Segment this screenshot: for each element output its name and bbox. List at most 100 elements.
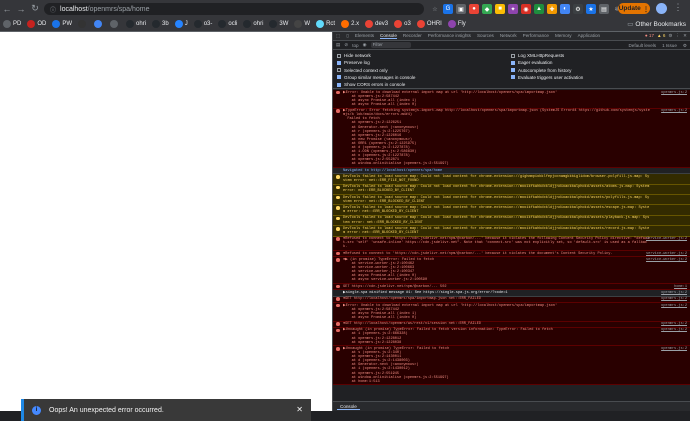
console-message[interactable]: ●▶ (in promise) TypeError: Failed to fet… — [333, 257, 690, 285]
bookmark-item[interactable] — [110, 20, 120, 28]
console-message[interactable]: DevTools failed to load source map: Coul… — [333, 226, 690, 237]
extension-icon[interactable]: ✚ — [547, 4, 557, 14]
issues-badge[interactable]: 1 Issue — [662, 43, 677, 49]
checkbox[interactable] — [337, 68, 341, 73]
other-bookmarks[interactable]: ▭ Other Bookmarks — [627, 20, 686, 29]
devtools-tab-sources[interactable]: Sources — [477, 33, 494, 39]
more-icon[interactable]: ⋮ — [676, 33, 681, 39]
device-toolbar-icon[interactable]: ▯ — [346, 33, 349, 39]
devtools-tab-performance-insights[interactable]: Performance insights — [428, 33, 471, 39]
source-link[interactable]: service-worker.js:2 — [646, 252, 687, 256]
checkbox[interactable] — [337, 60, 341, 65]
console-message[interactable]: ▶TypeError: Error fetching systemjs-impo… — [333, 108, 690, 169]
settings-gear-icon[interactable]: ⚙ — [668, 33, 672, 39]
console-setting[interactable]: Group similar messages in console — [337, 75, 416, 80]
console-setting[interactable]: Show CORS errors in console — [337, 82, 405, 87]
bookmark-item[interactable]: OHRI — [416, 20, 442, 28]
devtools-tab-performance[interactable]: Performance — [523, 33, 549, 39]
error-count-icon[interactable]: ● 17 — [645, 33, 654, 39]
source-link[interactable]: openmrs.js:2 — [661, 297, 687, 301]
checkbox[interactable] — [511, 60, 515, 65]
bookmark-item[interactable]: Rct — [316, 20, 335, 28]
devtools-tab-recorder[interactable]: Recorder — [403, 33, 422, 39]
source-link[interactable]: service-worker.js:2 — [646, 258, 687, 262]
checkbox[interactable] — [511, 53, 515, 58]
extension-icon[interactable]: ◉ — [521, 4, 531, 14]
source-link[interactable]: openmrs.js:2 — [661, 91, 687, 95]
extension-icon[interactable]: ▲ — [534, 4, 544, 14]
console-message[interactable]: DevTools failed to load source map: Coul… — [333, 195, 690, 206]
bookmark-item[interactable] — [78, 20, 88, 28]
extension-icon[interactable]: G — [443, 4, 453, 14]
console-setting[interactable]: Log XMLHttpRequests — [511, 53, 564, 58]
back-icon[interactable]: ← — [0, 2, 14, 16]
extension-icon[interactable]: ⚙ — [573, 4, 583, 14]
forward-icon[interactable]: → — [14, 2, 28, 16]
console-message[interactable]: DevTools failed to load source map: Coul… — [333, 174, 690, 185]
extension-icon[interactable]: ◆ — [482, 4, 492, 14]
console-setting[interactable]: Eager evaluation — [511, 60, 552, 65]
eye-icon[interactable]: ◉ — [363, 42, 367, 48]
close-devtools-icon[interactable]: ✕ — [683, 33, 687, 39]
url-bar[interactable]: ⓘ localhost /openmrs/spa/home — [44, 3, 424, 15]
update-button[interactable]: Update ⋮ — [618, 3, 650, 14]
checkbox[interactable] — [337, 53, 341, 58]
bookmark-item[interactable]: J — [174, 20, 188, 28]
devtools-tab-elements[interactable]: Elements — [355, 33, 374, 39]
checkbox[interactable] — [511, 68, 515, 73]
devtools-tab-memory[interactable]: Memory — [555, 33, 572, 39]
source-link[interactable]: openmrs.js:2 — [661, 347, 687, 351]
console-message[interactable]: ▶Uncaught (in promise) TypeError: Failed… — [333, 346, 690, 386]
bookmark-item[interactable]: ohri — [243, 20, 263, 28]
console-setting[interactable]: Preserve log — [337, 60, 370, 65]
bookmark-item[interactable]: o3- — [193, 20, 212, 28]
devtools-tab-application[interactable]: Application — [578, 33, 600, 39]
clear-console-icon[interactable]: ⊘ — [344, 42, 348, 48]
devtools-tab-network[interactable]: Network — [500, 33, 517, 39]
source-link[interactable]: openmrs.js:2 — [661, 322, 687, 326]
inspect-icon[interactable]: ⬚ — [336, 33, 340, 39]
bookmark-item[interactable]: PW — [52, 20, 72, 28]
source-link[interactable]: home:1 — [674, 285, 687, 289]
log-levels-select[interactable]: Default levels — [628, 43, 656, 49]
bookmark-item[interactable]: ocli — [218, 20, 237, 28]
extension-icon[interactable]: ■ — [495, 4, 505, 14]
bookmark-item[interactable]: 3b — [152, 20, 169, 28]
source-link[interactable]: openmrs.js:2 — [661, 328, 687, 332]
bookmark-item[interactable]: ohri — [126, 20, 146, 28]
console-message[interactable]: ▶Error: Unable to download external impo… — [333, 302, 690, 322]
console-message[interactable]: DevTools failed to load source map: Coul… — [333, 205, 690, 216]
browser-menu-icon[interactable]: ⋮ — [672, 3, 684, 14]
bookmark-item[interactable]: 3W — [269, 20, 288, 28]
bookmark-star-icon[interactable]: ☆ — [430, 4, 440, 14]
console-setting[interactable]: Hide network — [337, 53, 371, 58]
console-settings-icon[interactable]: ⚙ — [683, 43, 687, 49]
console-setting[interactable]: Autocomplete from history — [511, 68, 571, 73]
extension-icon[interactable]: ● — [469, 4, 479, 14]
reload-icon[interactable]: ↻ — [28, 2, 42, 16]
console-message[interactable]: ●Refused to connect to 'https://cdn.jsde… — [333, 236, 690, 252]
close-icon[interactable]: ✕ — [296, 405, 303, 414]
bookmark-item[interactable]: 2.x — [341, 20, 359, 28]
extension-icon[interactable]: ✦ — [508, 4, 518, 14]
source-link[interactable]: service-worker.js:2 — [646, 237, 687, 241]
bookmark-item[interactable]: dev3 — [365, 20, 388, 28]
console-message[interactable]: DevTools failed to load source map: Coul… — [333, 215, 690, 227]
drawer-tab-console[interactable]: Console — [337, 404, 360, 410]
console-message[interactable]: ▶Uncaught (in promise) TypeError: Failed… — [333, 327, 690, 347]
extension-icon[interactable]: ▣ — [456, 4, 466, 14]
warning-count-icon[interactable]: ▲ 6 — [657, 33, 665, 39]
console-message[interactable]: DevTools failed to load source map: Coul… — [333, 184, 690, 196]
source-link[interactable]: openmrs.js:2 — [661, 109, 687, 113]
extension-icon[interactable]: ★ — [586, 4, 596, 14]
sidebar-toggle-icon[interactable]: ▤ — [336, 42, 340, 48]
devtools-tab-console[interactable]: Console — [380, 33, 397, 39]
context-select[interactable]: top — [352, 43, 358, 48]
bookmark-item[interactable]: W — [294, 20, 310, 28]
checkbox[interactable] — [337, 75, 341, 80]
bookmark-item[interactable]: OD — [27, 20, 46, 28]
bookmark-item[interactable] — [94, 20, 104, 28]
checkbox[interactable] — [337, 82, 341, 87]
extension-icon[interactable]: ▤ — [599, 4, 609, 14]
extension-icon[interactable]: ◐ — [560, 4, 570, 14]
